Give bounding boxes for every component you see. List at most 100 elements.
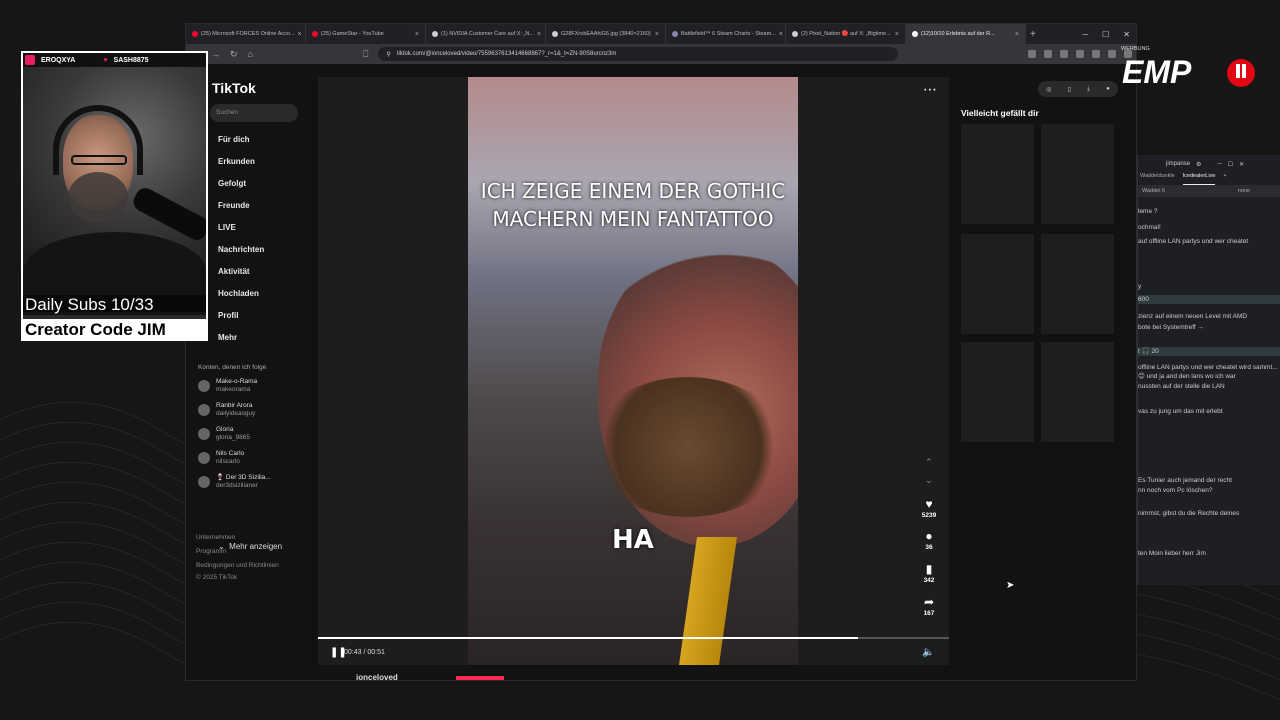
- nav-profile[interactable]: Profil: [218, 311, 238, 320]
- maximize-icon[interactable]: ☐: [1102, 30, 1109, 39]
- next-video-icon[interactable]: ⌄: [925, 475, 933, 486]
- maximize-icon[interactable]: ☐: [1228, 161, 1233, 168]
- tiktok-logo[interactable]: TikTok: [212, 80, 256, 96]
- chat-mode: none: [1237, 188, 1250, 194]
- new-tab-button[interactable]: +: [1030, 29, 1036, 40]
- followed-account[interactable]: 🍷 Der 3D Sizilia... der3dsizilianer: [198, 474, 271, 490]
- bookmark-icon[interactable]: ⎕: [363, 49, 368, 60]
- reload-icon[interactable]: ↻: [230, 49, 238, 60]
- extension-icon[interactable]: [1108, 50, 1116, 58]
- chat-tab[interactable]: IcedealerLive: [1182, 173, 1216, 185]
- chat-tab[interactable]: Waddeldunkle: [1140, 173, 1175, 185]
- add-tab-icon[interactable]: +: [1223, 173, 1226, 185]
- save-button[interactable]: ▮ 342: [914, 562, 944, 584]
- followed-account[interactable]: Gloria gloria_9865: [198, 426, 250, 442]
- address-bar[interactable]: ⚲ tiktok.com/@ionceloved/video/755963761…: [378, 47, 899, 61]
- extension-icon[interactable]: [1092, 50, 1100, 58]
- nav-more[interactable]: Mehr: [218, 333, 237, 342]
- coin-icon[interactable]: ◎: [1046, 86, 1051, 93]
- download-icon[interactable]: ⤓: [1087, 86, 1090, 93]
- chat-message: zienz auf einem neuen Level mit AMD: [1138, 313, 1248, 320]
- chat-message: nimmst, gibst du die Rechte deines: [1138, 510, 1240, 517]
- account-handle: makeorama: [216, 386, 251, 393]
- extension-icon[interactable]: [1044, 50, 1052, 58]
- recommended-video-thumb[interactable]: [961, 234, 1034, 334]
- comment-button[interactable]: ● 36: [914, 529, 944, 551]
- followed-account[interactable]: Nils Carlo nilscarlo: [198, 450, 244, 466]
- close-tab-icon[interactable]: ×: [895, 31, 899, 38]
- uploader-name[interactable]: ionceloved: [356, 673, 398, 680]
- device-icon[interactable]: ▯: [1068, 86, 1071, 93]
- creator-code: Creator Code JIM: [23, 319, 206, 339]
- nav-upload[interactable]: Hochladen: [218, 289, 259, 298]
- recommended-video-thumb[interactable]: [961, 124, 1034, 224]
- like-button[interactable]: ♥ 5239: [914, 497, 944, 519]
- nav-live[interactable]: LIVE: [218, 223, 236, 232]
- nav-messages[interactable]: Nachrichten: [218, 245, 264, 254]
- minimize-icon[interactable]: ─: [1217, 161, 1221, 167]
- account-handle: nilscarlo: [216, 458, 240, 465]
- volume-icon[interactable]: 🔈: [922, 647, 934, 658]
- show-more-button[interactable]: ⌄ Mehr anzeigen: [218, 542, 282, 551]
- video-frame[interactable]: ICH ZEIGE EINEM DER GOTHIC MACHERN MEIN …: [468, 77, 798, 665]
- close-tab-icon[interactable]: ×: [537, 31, 541, 38]
- close-icon[interactable]: ✕: [1239, 161, 1244, 168]
- share-button[interactable]: ➦ 167: [914, 595, 944, 617]
- profile-avatar[interactable]: ●: [1106, 86, 1110, 92]
- footer-link-company[interactable]: Unternehmen: [196, 534, 235, 541]
- following-title: Konten, denen ich folge: [198, 364, 267, 371]
- browser-tab[interactable]: Battlefield™ 6 Steam Charts - Steam... ×: [666, 24, 786, 44]
- followed-account[interactable]: Make-o-Rama makeorama: [198, 378, 257, 394]
- recommended-video-thumb[interactable]: [1041, 234, 1114, 334]
- extension-icon[interactable]: [1060, 50, 1068, 58]
- close-tab-icon[interactable]: ×: [1015, 31, 1019, 38]
- close-tab-icon[interactable]: ×: [415, 31, 419, 38]
- avatar: [198, 428, 210, 440]
- close-window-icon[interactable]: ✕: [1123, 30, 1130, 39]
- recommended-video-thumb[interactable]: [961, 342, 1034, 442]
- video-player[interactable]: ICH ZEIGE EINEM DER GOTHIC MACHERN MEIN …: [318, 77, 949, 665]
- followed-account[interactable]: Ranbir Arora dailyideasguy: [198, 402, 255, 418]
- recommended-video-thumb[interactable]: [1041, 124, 1114, 224]
- close-tab-icon[interactable]: ×: [779, 31, 783, 38]
- previous-video-icon[interactable]: ⌃: [925, 457, 933, 468]
- video-beard-shape: [588, 377, 788, 517]
- browser-tab-active[interactable]: (12)10/10 Erlebnis auf der R... ×: [906, 24, 1026, 44]
- chat-message: y: [1138, 283, 1142, 290]
- mouse-cursor-icon: ➤: [1006, 580, 1015, 591]
- supporter-name: EROQXYA: [41, 56, 76, 64]
- nav-following[interactable]: Gefolgt: [218, 179, 246, 188]
- chat-message: auf offline LAN partys und wer cheatet: [1138, 238, 1249, 245]
- close-tab-icon[interactable]: ×: [655, 31, 659, 38]
- browser-tab[interactable]: G28FXrobEAAhiG5.jpg (3840×2160) ×: [546, 24, 666, 44]
- extension-icons: [1028, 50, 1132, 58]
- recommended-video-thumb[interactable]: [1041, 342, 1114, 442]
- more-options-icon[interactable]: ⋯: [923, 81, 937, 98]
- tab-favicon: [312, 31, 318, 37]
- site-info-icon[interactable]: ⚲: [386, 51, 390, 58]
- follow-button[interactable]: [456, 676, 504, 680]
- nav-for-you[interactable]: Für dich: [218, 135, 250, 144]
- browser-tab[interactable]: (1) NVIDIA Customer Care auf X: „N... ×: [426, 24, 546, 44]
- footer-link-program[interactable]: Programm: [196, 548, 226, 555]
- tab-label: (25) GameStar - YouTube: [321, 31, 384, 37]
- extension-icon[interactable]: [1076, 50, 1084, 58]
- tab-label: Battlefield™ 6 Steam Charts - Steam...: [681, 31, 776, 37]
- browser-tab[interactable]: (25) Microsoft FORCES Online Acco... ×: [186, 24, 306, 44]
- minimize-icon[interactable]: ─: [1082, 30, 1088, 39]
- comment-count: 36: [925, 544, 933, 551]
- extension-icon[interactable]: [1028, 50, 1036, 58]
- browser-tab[interactable]: (25) GameStar - YouTube ×: [306, 24, 426, 44]
- home-icon[interactable]: ⌂: [248, 49, 253, 59]
- browser-tab[interactable]: (2) Pixel_Nation 🔴 auf X: „Bigtime... ×: [786, 24, 906, 44]
- footer-link-terms[interactable]: Bedingungen und Richtlinien: [196, 562, 279, 569]
- chat-message-highlight: 600: [1138, 295, 1280, 304]
- nav-friends[interactable]: Freunde: [218, 201, 250, 210]
- nav-explore[interactable]: Erkunden: [218, 157, 255, 166]
- chat-window: jimpanse ⚙ ─ ☐ ✕ Waddeldunkle IcedealerL…: [1137, 155, 1280, 585]
- nav-activity[interactable]: Aktivität: [218, 267, 250, 276]
- search-input[interactable]: Suchen: [210, 104, 298, 122]
- close-tab-icon[interactable]: ×: [298, 31, 302, 38]
- gear-icon[interactable]: ⚙: [1196, 161, 1201, 168]
- forward-icon[interactable]: →: [211, 49, 220, 59]
